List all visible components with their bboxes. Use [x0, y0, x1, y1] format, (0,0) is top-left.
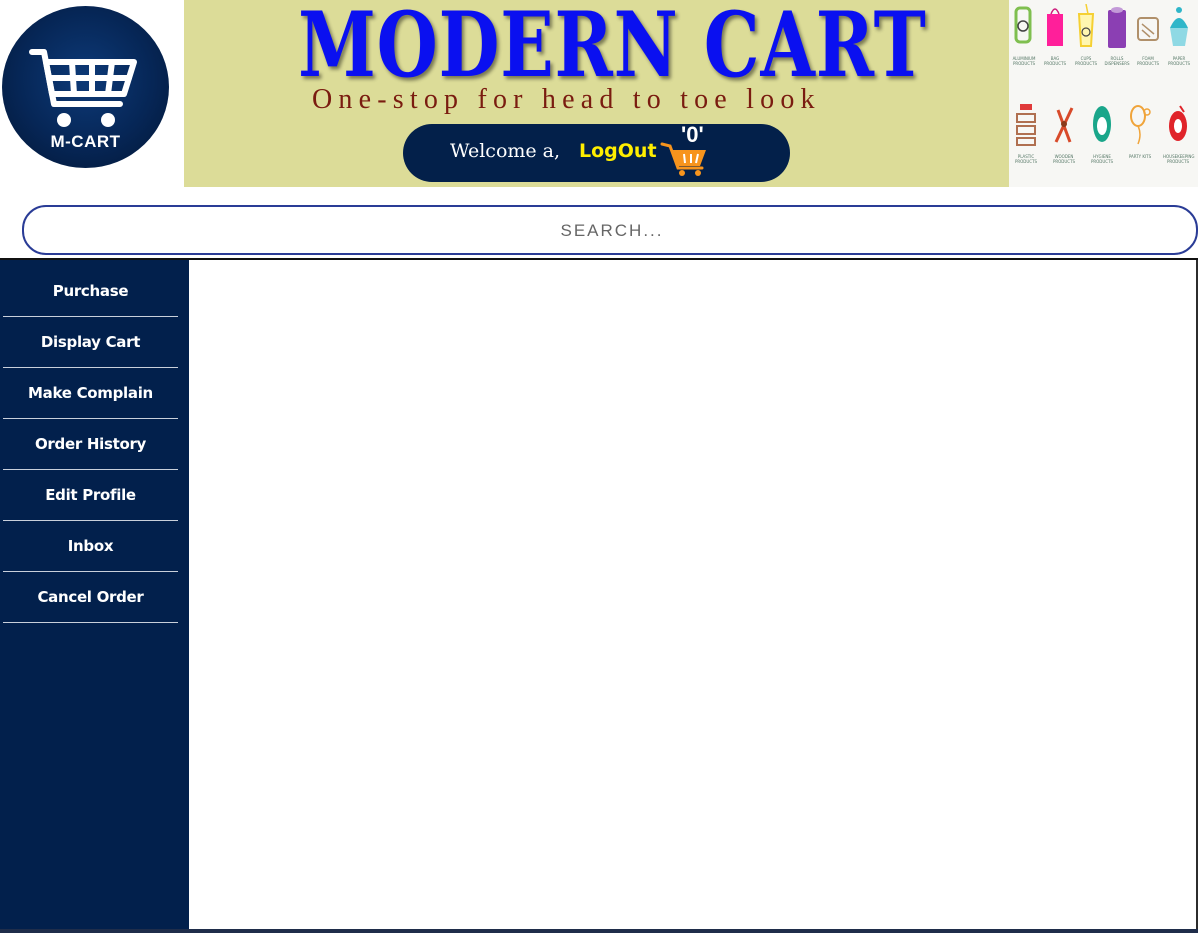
sidebar-item-make-complain[interactable]: Make Complain: [3, 368, 178, 419]
category-aluminium[interactable]: Aluminium Products: [1009, 4, 1039, 66]
tissue-icon: [1108, 7, 1126, 48]
category-plastic[interactable]: Plastic Products: [1011, 102, 1041, 164]
foam-icon: [1137, 17, 1159, 41]
shopping-cart-icon: [29, 49, 137, 127]
roll-icon: [1014, 6, 1032, 44]
sidebar-item-purchase[interactable]: Purchase: [3, 266, 178, 317]
logout-link[interactable]: LogOut: [579, 140, 657, 162]
sidebar-item-edit-profile[interactable]: Edit Profile: [3, 470, 178, 521]
category-rolls[interactable]: Rolls Dispensers: [1102, 4, 1132, 66]
tape-icon: [1169, 105, 1187, 141]
category-bag[interactable]: Bag Products: [1040, 4, 1070, 66]
category-paper[interactable]: Paper Products: [1164, 4, 1194, 66]
category-panel: Aluminium Products Bag Products Cups Pro…: [1009, 0, 1198, 187]
mask-icon: [1093, 106, 1111, 142]
welcome-text: Welcome a,: [450, 140, 561, 162]
cart-count: '0': [681, 122, 704, 147]
cutlery-icon: [1054, 107, 1074, 143]
container-icon: [1016, 104, 1036, 146]
balloon-icon: [1130, 105, 1151, 145]
sidebar: Purchase Display Cart Make Complain Orde…: [0, 260, 189, 930]
cupcake-icon: [1170, 7, 1188, 46]
category-cups[interactable]: Cups Products: [1071, 4, 1101, 66]
search-input[interactable]: [24, 207, 1198, 255]
banner: MODERN CART One-stop for head to toe loo…: [184, 0, 1009, 187]
bag-icon: [1047, 8, 1063, 46]
category-housekeeping[interactable]: Housekeeping Products: [1163, 102, 1195, 164]
welcome-bar: Welcome a, LogOut '0': [403, 122, 790, 182]
m-cart-logo[interactable]: M-CART: [2, 6, 169, 168]
sidebar-item-order-history[interactable]: Order History: [3, 419, 178, 470]
sidebar-item-display-cart[interactable]: Display Cart: [3, 317, 178, 368]
main-content: [189, 260, 1196, 930]
bottom-border: [0, 929, 1198, 933]
category-hygiene[interactable]: Hygiene Products: [1087, 102, 1117, 164]
site-tagline: One-stop for head to toe look: [312, 84, 821, 115]
category-party[interactable]: Party Kits: [1125, 102, 1155, 159]
search-bar: [22, 205, 1198, 255]
sidebar-item-inbox[interactable]: Inbox: [3, 521, 178, 572]
logo-text: M-CART: [50, 132, 121, 151]
sidebar-item-cancel-order[interactable]: Cancel Order: [3, 572, 178, 623]
category-foam[interactable]: Foam Products: [1133, 4, 1163, 66]
header: M-CART MODERN CART One-stop for head to …: [0, 0, 1198, 187]
cup-icon: [1077, 4, 1095, 47]
category-wooden[interactable]: Wooden Products: [1049, 102, 1079, 164]
